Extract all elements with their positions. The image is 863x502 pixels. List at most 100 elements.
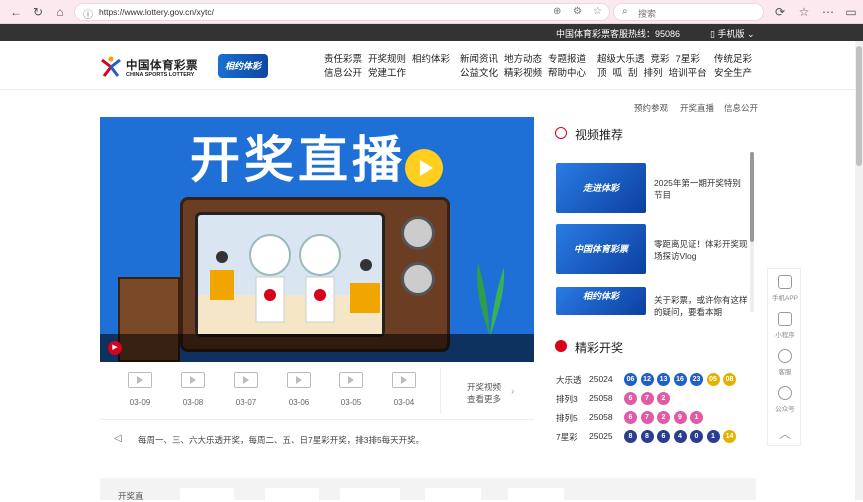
chevron-up-icon: ︿ xyxy=(778,427,791,441)
mobile-version-link[interactable]: ▯ 手机版 ⌄ xyxy=(710,27,755,40)
number-ball: 16 xyxy=(673,373,687,386)
play-circle-icon xyxy=(555,127,567,139)
logo-cn-text: 中国体育彩票 xyxy=(126,60,198,72)
top-info-bar: 中国体育彩票客服热线：95086 ▯ 手机版 ⌄ xyxy=(0,24,863,41)
nav-group-3: 超级大乐透 竞彩 7星彩 顶呱刮排列 培训平台 xyxy=(597,53,713,81)
partner-logo[interactable] xyxy=(425,488,481,500)
nav-item[interactable]: 相约体彩 xyxy=(412,53,450,67)
customer-service-button[interactable]: 客服 xyxy=(768,349,802,376)
list-scrollbar[interactable] xyxy=(750,152,754,312)
extensions-icon[interactable]: ⟳ xyxy=(772,4,788,20)
favorite-star-icon[interactable]: ☆ xyxy=(593,6,602,17)
video-item-thumb[interactable]: 相约体彩 xyxy=(556,287,646,315)
site-info-icon[interactable]: ⓘ xyxy=(83,6,93,21)
nav-item[interactable]: 地方动态 xyxy=(504,53,542,67)
lottery-section-title: 精彩开奖 xyxy=(575,341,624,355)
subnav-visit[interactable]: 预约参观 xyxy=(634,102,668,114)
video-item-title[interactable]: 零距离见证！体彩开奖现场探访Vlog xyxy=(654,238,749,262)
back-icon[interactable]: ← xyxy=(8,4,24,20)
nav-item[interactable]: 排列 xyxy=(644,67,663,81)
video-item-title[interactable]: 2025年第一期开奖特别节目 xyxy=(654,177,749,201)
partner-logo[interactable] xyxy=(265,488,319,500)
nav-item[interactable]: 专题报道 xyxy=(548,53,586,67)
zoom-icon[interactable]: ⊕ xyxy=(553,6,561,17)
subnav-live[interactable]: 开奖直播 xyxy=(680,102,714,114)
nav-item[interactable]: 责任彩票 xyxy=(324,53,362,67)
nav-item[interactable]: 超级大乐透 xyxy=(597,53,645,67)
video-icon xyxy=(392,372,416,388)
nav-item[interactable]: 培训平台 xyxy=(669,67,707,81)
translate-icon[interactable]: ⚙ xyxy=(573,6,582,17)
nav-item[interactable]: 顶 xyxy=(597,67,607,81)
video-thumb[interactable]: 03-04 xyxy=(384,372,424,407)
video-thumb[interactable]: 03-05 xyxy=(331,372,371,407)
browser-search-box[interactable]: ⌕ 搜索 xyxy=(613,3,764,21)
nav-item[interactable]: 竞彩 xyxy=(651,53,670,67)
wechat-button[interactable]: 公众号 xyxy=(768,386,802,413)
nav-item[interactable]: 刮 xyxy=(628,67,638,81)
subnav-info[interactable]: 信息公开 xyxy=(724,102,758,114)
number-ball: 8 xyxy=(640,430,654,443)
phone-icon xyxy=(778,275,792,289)
nav-item[interactable]: 精彩视频 xyxy=(504,67,542,81)
video-thumbnails: 03-09 03-08 03-07 03-06 03-05 03-04 开奖视频… xyxy=(100,362,534,420)
refresh-icon[interactable]: ↻ xyxy=(30,4,46,20)
site-logo[interactable]: 中国体育彩票 CHINA SPORTS LOTTERY xyxy=(100,55,205,81)
number-ball: 2 xyxy=(657,392,670,405)
nav-item[interactable]: 信息公开 xyxy=(324,67,362,81)
nav-item[interactable]: 帮助中心 xyxy=(548,67,586,81)
notice-text: 每周一、三、六大乐透开奖，每周二、五、日7星彩开奖，排3排5每天开奖。 xyxy=(138,435,425,445)
more-videos-link[interactable]: 开奖视频 查看更多 › xyxy=(440,368,534,414)
partner-logo[interactable] xyxy=(508,488,564,500)
lottery-name: 7星彩 xyxy=(556,432,578,442)
nav-item[interactable]: 传统足彩 xyxy=(714,53,752,67)
nav-item[interactable]: 7星彩 xyxy=(676,53,700,67)
video-thumb[interactable]: 03-06 xyxy=(279,372,319,407)
nav-group-4: 传统足彩 安全生产 xyxy=(714,53,758,81)
partner-logo[interactable] xyxy=(340,488,400,500)
list-scrollbar-thumb[interactable] xyxy=(750,152,754,242)
back-to-top-button[interactable]: ︿ xyxy=(768,425,802,442)
video-icon xyxy=(181,372,205,388)
plant-illustration xyxy=(477,262,505,337)
rb-label: 小程序 xyxy=(775,332,795,339)
app-download-button[interactable]: 手机APP xyxy=(768,275,802,302)
number-ball: 4 xyxy=(673,430,687,443)
home-icon[interactable]: ⌂ xyxy=(52,4,68,20)
collections-icon[interactable]: ☆ xyxy=(796,4,812,20)
number-ball: 1 xyxy=(690,411,703,424)
nav-item[interactable]: 新闻资讯 xyxy=(460,53,498,67)
partner-logo[interactable] xyxy=(180,488,234,500)
page-scrollbar[interactable] xyxy=(855,41,863,500)
video-item-thumb[interactable]: 走进体彩 xyxy=(556,163,646,213)
video-thumb[interactable]: 03-07 xyxy=(226,372,266,407)
nav-item[interactable]: 安全生产 xyxy=(714,67,752,81)
video-item-title[interactable]: 关于彩票，或许你有这样的疑问，要看本期 xyxy=(654,294,749,316)
lottery-name: 大乐透 xyxy=(556,375,582,385)
play-icon[interactable]: ▶ xyxy=(108,341,122,355)
video-thumb[interactable]: 03-09 xyxy=(120,372,160,407)
tv-screen xyxy=(195,212,385,337)
video-item-thumb[interactable]: 中国体育彩票 xyxy=(556,224,646,274)
xiangyue-badge[interactable]: 相约体彩 xyxy=(218,54,268,78)
browser-toolbar: ← ↻ ⌂ ⓘ https://www.lottery.gov.cn/xytc/… xyxy=(0,0,863,24)
floating-toolbar: 手机APP 小程序 客服 公众号 ︿ xyxy=(767,268,801,446)
menu-icon[interactable]: ⋯ xyxy=(820,4,836,20)
nav-item[interactable]: 公益文化 xyxy=(460,67,498,81)
sidebar-icon[interactable]: ▭ xyxy=(843,4,859,20)
mini-program-button[interactable]: 小程序 xyxy=(768,312,802,339)
live-banner[interactable]: 开奖直播 ▶ xyxy=(100,117,534,362)
nav-item[interactable]: 开奖规则 xyxy=(368,53,406,67)
address-bar[interactable]: ⓘ https://www.lottery.gov.cn/xytc/ ⊕ ⚙ ☆ xyxy=(74,3,610,21)
wechat-icon xyxy=(778,386,792,400)
headset-icon xyxy=(778,349,792,363)
page-scrollbar-thumb[interactable] xyxy=(856,46,862,166)
video-thumb[interactable]: 03-08 xyxy=(173,372,213,407)
site-header: 中国体育彩票 CHINA SPORTS LOTTERY 相约体彩 责任彩票 开奖规… xyxy=(0,41,863,90)
nav-item[interactable]: 呱 xyxy=(613,67,623,81)
banner-play-icon[interactable] xyxy=(405,149,443,187)
nav-item[interactable]: 党建工作 xyxy=(368,67,406,81)
number-ball: 7 xyxy=(640,411,654,424)
lottery-name: 排列3 xyxy=(556,394,578,404)
banner-title: 开奖直播 xyxy=(190,132,406,188)
